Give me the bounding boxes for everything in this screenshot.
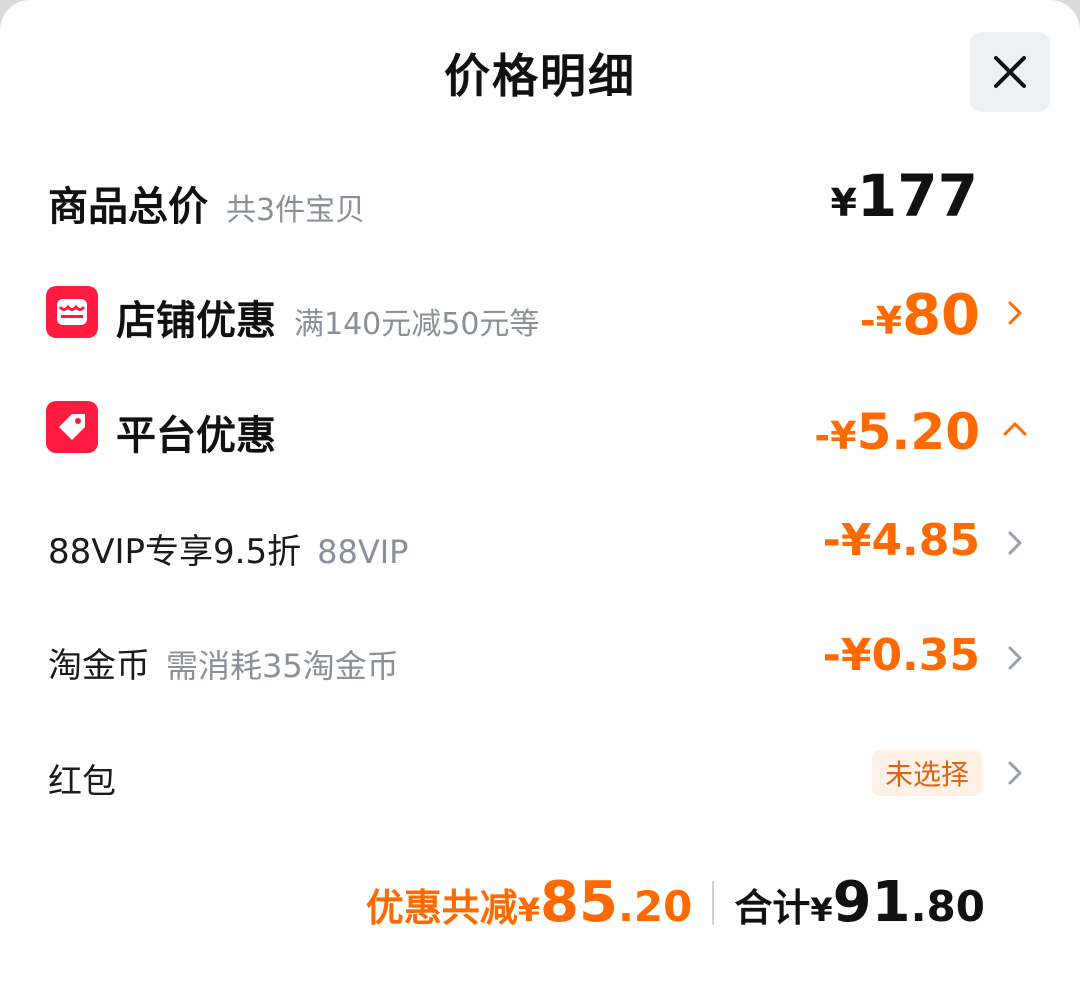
vip-discount-amount: -¥4.85 xyxy=(822,515,980,566)
store-discount-desc: 满140元减50元等 xyxy=(294,307,540,342)
vip-discount-label: 88VIP专享9.5折 xyxy=(48,532,302,572)
close-button[interactable] xyxy=(970,32,1050,112)
chevron-right-icon[interactable] xyxy=(1000,298,1030,328)
store-discount-amount: -¥80 xyxy=(859,283,980,348)
page-title: 价格明细 xyxy=(444,49,636,103)
store-icon xyxy=(46,286,98,338)
coins-desc: 需消耗35淘金币 xyxy=(166,647,399,685)
goods-total-amount: ¥177 xyxy=(830,162,978,230)
goods-total-label: 商品总价 共3件宝贝 xyxy=(48,184,366,230)
coins-label: 淘金币 xyxy=(48,646,150,686)
store-discount-row[interactable]: 店铺优惠 满140元减50元等 xyxy=(116,288,539,346)
chevron-right-icon[interactable] xyxy=(1000,758,1030,788)
divider xyxy=(712,880,715,925)
discount-total-label: 优惠共减 xyxy=(365,886,518,930)
chevron-right-icon[interactable] xyxy=(1000,528,1030,558)
red-packet-label[interactable]: 红包 xyxy=(48,754,116,803)
red-packet-status-badge[interactable]: 未选择 xyxy=(872,750,982,796)
platform-discount-label[interactable]: 平台优惠 xyxy=(116,403,276,461)
grand-total-currency: ¥ xyxy=(810,891,833,929)
discount-currency: ¥ xyxy=(517,891,541,929)
chevron-up-icon[interactable] xyxy=(1000,414,1030,444)
coins-amount: -¥0.35 xyxy=(822,630,980,681)
goods-count: 共3件宝贝 xyxy=(226,193,366,228)
grand-total-label: 合计 xyxy=(734,886,811,930)
vip-discount-row[interactable]: 88VIP专享9.5折 88VIP xyxy=(48,524,408,573)
discount-total-integer: 85 xyxy=(540,870,618,935)
tag-icon xyxy=(46,401,98,453)
vip-tag: 88VIP xyxy=(317,533,409,571)
price-detail-sheet: 价格明细 商品总价 共3件宝贝 ¥177 店铺优惠 满140元减50元等 -¥80 … xyxy=(0,0,1080,999)
discount-total-decimal: .20 xyxy=(617,882,693,931)
price-summary: 优惠共减 ¥ 85 .20 合计 ¥ 91 .80 xyxy=(366,870,985,935)
store-discount-label: 店铺优惠 xyxy=(116,298,276,344)
coins-row[interactable]: 淘金币 需消耗35淘金币 xyxy=(48,638,399,687)
platform-discount-amount: -¥5.20 xyxy=(814,403,980,461)
grand-total-integer: 91 xyxy=(832,870,911,935)
grand-total-decimal: .80 xyxy=(910,882,985,931)
close-icon[interactable] xyxy=(990,52,1030,92)
chevron-right-icon[interactable] xyxy=(1000,643,1030,673)
